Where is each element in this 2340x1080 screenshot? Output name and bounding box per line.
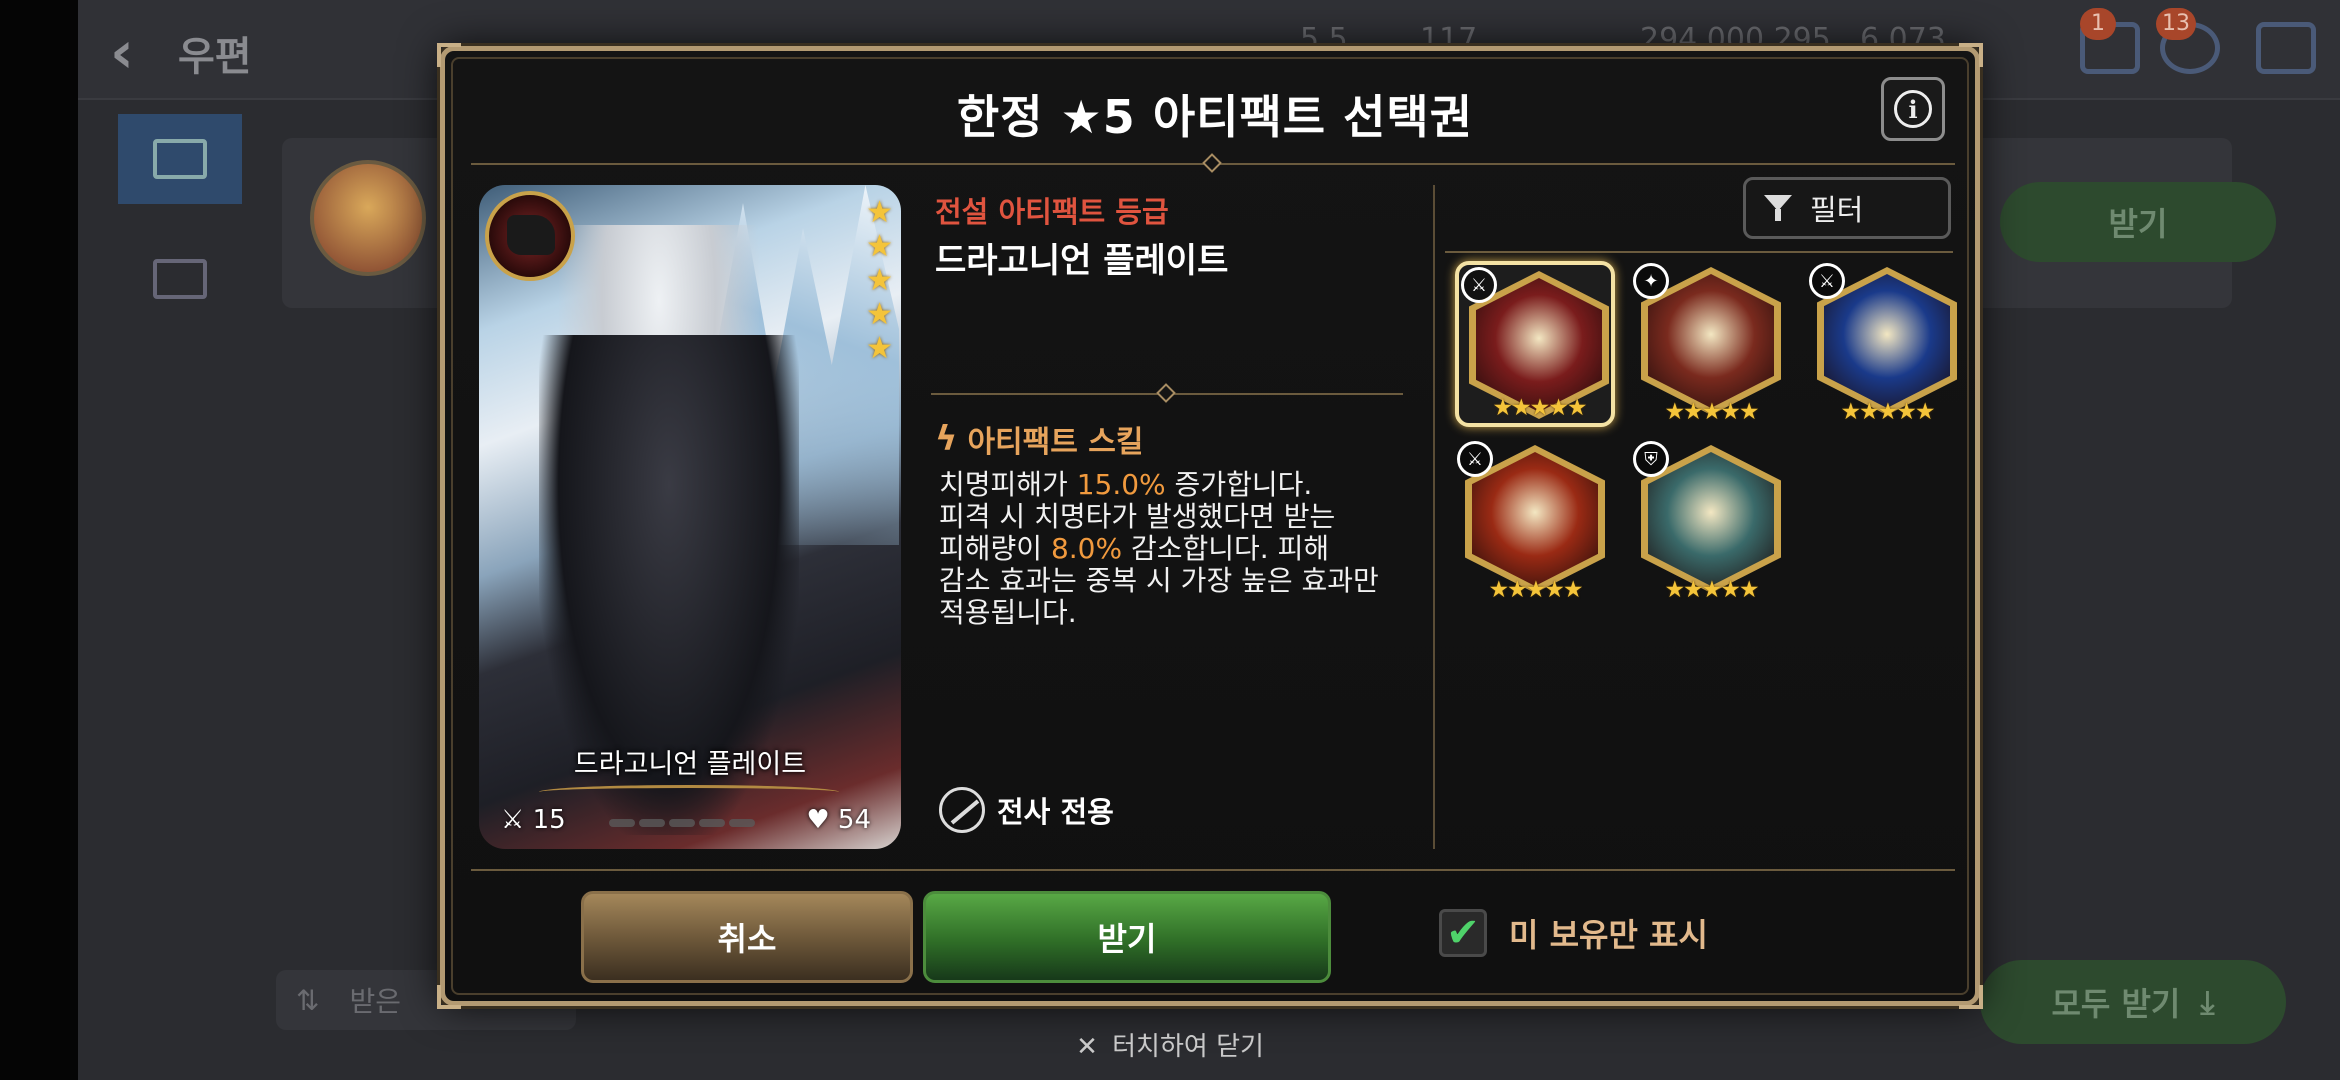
avatar — [310, 160, 426, 276]
tap-to-close-hint[interactable]: ✕ 터치하여 닫기 — [0, 1026, 2340, 1063]
star-icon: ★ — [866, 331, 893, 366]
class-icon: ✦ — [1633, 263, 1669, 299]
panel-divider — [1433, 185, 1435, 849]
class-icon: ⚔ — [1809, 263, 1845, 299]
dialog-title: 한정 ★5 아티팩트 선택권 — [956, 90, 1474, 144]
artifact-card: ★ ★ ★ ★ ★ 드라고니언 플레이트 ⚔ 15 ♥ 54 — [479, 185, 901, 849]
class-icon: ⛨ — [1633, 441, 1669, 477]
artifact-bubble-wand[interactable]: ✦ ★★★★★ — [1631, 261, 1791, 427]
filter-label: 필터 — [1810, 193, 1864, 227]
grid-divider — [1445, 251, 1953, 253]
artifact-grid: ⚔ ★★★★★ ✦ ★★★★★ ⚔ ★★★★★ ⚔ ★★★★★ ⛨ ★★★★★ — [1445, 261, 1965, 821]
skill-value: 15.0% — [1076, 468, 1166, 501]
artifact-image — [1648, 274, 1774, 408]
sword-icon: ⚔ — [501, 805, 525, 835]
attack-value: 15 — [532, 805, 566, 835]
enhance-pips — [609, 819, 755, 827]
artifact-name: 드라고니언 플레이트 — [935, 241, 1229, 281]
artifact-blue-star[interactable]: ⚔ ★★★★★ — [1807, 261, 1967, 427]
frame-corner — [1959, 43, 1983, 67]
checkbox[interactable]: ✔ — [1439, 909, 1487, 957]
card-health: ♥ 54 — [806, 805, 871, 835]
artifact-stars: ★★★★★ — [1492, 395, 1587, 421]
artifact-image — [1648, 452, 1774, 586]
filter-icon — [1764, 195, 1798, 221]
mail-receive-button[interactable]: 받기 — [2000, 182, 2276, 262]
divider-ornament — [1156, 383, 1176, 403]
show-unowned-label: 미 보유만 표시 — [1509, 916, 1708, 954]
envelope-icon — [153, 139, 207, 179]
card-emblem-icon — [485, 191, 575, 281]
screen-title: 우편 — [178, 34, 252, 80]
open-envelope-icon — [153, 259, 207, 299]
artifact-golden-globe[interactable]: ⚔ ★★★★★ — [1455, 439, 1615, 605]
skill-value: 8.0% — [1050, 532, 1123, 565]
star-icon: ★ — [866, 263, 893, 298]
skill-title: 아티팩트 스킬 — [967, 425, 1144, 460]
chat-badge: 13 — [2156, 8, 2196, 40]
download-icon: ⤓ — [2200, 982, 2215, 1021]
show-unowned-toggle[interactable]: ✔ 미 보유만 표시 — [1439, 909, 1708, 957]
lightning-icon: ϟ — [935, 419, 958, 459]
artifact-sunglasses[interactable]: ⛨ ★★★★★ — [1631, 439, 1791, 605]
back-arrow-icon[interactable]: ‹ — [110, 18, 134, 86]
health-value: 54 — [837, 805, 871, 835]
sort-icon: ⇅ — [296, 983, 320, 1017]
close-icon: ✕ — [1076, 1032, 1098, 1062]
skill-description: 치명피해가 15.0% 증가합니다. 피격 시 치명타가 발생했다면 받는 피해… — [939, 468, 1379, 629]
info-icon: i — [1894, 90, 1932, 128]
card-star-rating: ★ ★ ★ ★ ★ — [866, 197, 893, 365]
filter-button[interactable]: 필터 — [1743, 177, 1951, 239]
frame-corner — [437, 43, 461, 67]
card-name: 드라고니언 플레이트 — [573, 749, 807, 780]
class-icon: ⚔ — [1461, 267, 1497, 303]
sort-label: 받은 — [349, 985, 401, 1018]
warrior-class-icon — [939, 787, 985, 833]
heart-icon: ♥ — [806, 805, 830, 835]
mail-badge: 1 — [2080, 8, 2116, 40]
menu-grid-icon[interactable] — [2256, 22, 2316, 74]
skill-header: ϟ 아티팩트 스킬 — [935, 417, 1143, 461]
details-divider — [931, 383, 1403, 403]
frame-corner — [1959, 985, 1983, 1009]
artifact-image — [1472, 452, 1598, 586]
star-icon: ★ — [866, 297, 893, 332]
sidebar-tab-mail[interactable] — [118, 114, 242, 204]
card-attack: ⚔ 15 — [501, 805, 566, 835]
class-label: 전사 전용 — [997, 795, 1114, 829]
artifact-stars: ★★★★★ — [1840, 399, 1935, 425]
card-ornament — [539, 785, 839, 799]
sidebar-tab-opened-mail[interactable] — [118, 234, 242, 324]
left-edge — [0, 0, 78, 1080]
artifact-image — [1476, 278, 1602, 412]
star-icon: ★ — [866, 229, 893, 264]
artifact-image — [1824, 274, 1950, 408]
star-icon: ★ — [866, 195, 893, 230]
tap-to-close-label: 터치하여 닫기 — [1112, 1032, 1264, 1062]
artifact-dragonian-plate[interactable]: ⚔ ★★★★★ — [1455, 261, 1615, 427]
artifact-grade: 전설 아티팩트 등급 — [935, 195, 1169, 229]
divider-ornament — [1202, 153, 1222, 173]
artifact-stars: ★★★★★ — [1488, 577, 1583, 603]
artifact-stars: ★★★★★ — [1664, 399, 1759, 425]
cancel-button[interactable]: 취소 — [581, 891, 913, 983]
artifact-select-dialog: 한정 ★5 아티팩트 선택권 i ★ ★ ★ ★ ★ 드라고니언 플레이트 ⚔ … — [437, 43, 1983, 1009]
artifact-stars: ★★★★★ — [1664, 577, 1759, 603]
receive-button[interactable]: 받기 — [923, 891, 1331, 983]
receive-all-label: 모두 받기 — [2051, 985, 2181, 1023]
title-divider — [471, 153, 1955, 173]
class-icon: ⚔ — [1457, 441, 1493, 477]
class-restriction: 전사 전용 — [939, 787, 1114, 833]
frame-corner — [437, 985, 461, 1009]
footer-divider — [471, 869, 1955, 871]
info-button[interactable]: i — [1881, 77, 1945, 141]
